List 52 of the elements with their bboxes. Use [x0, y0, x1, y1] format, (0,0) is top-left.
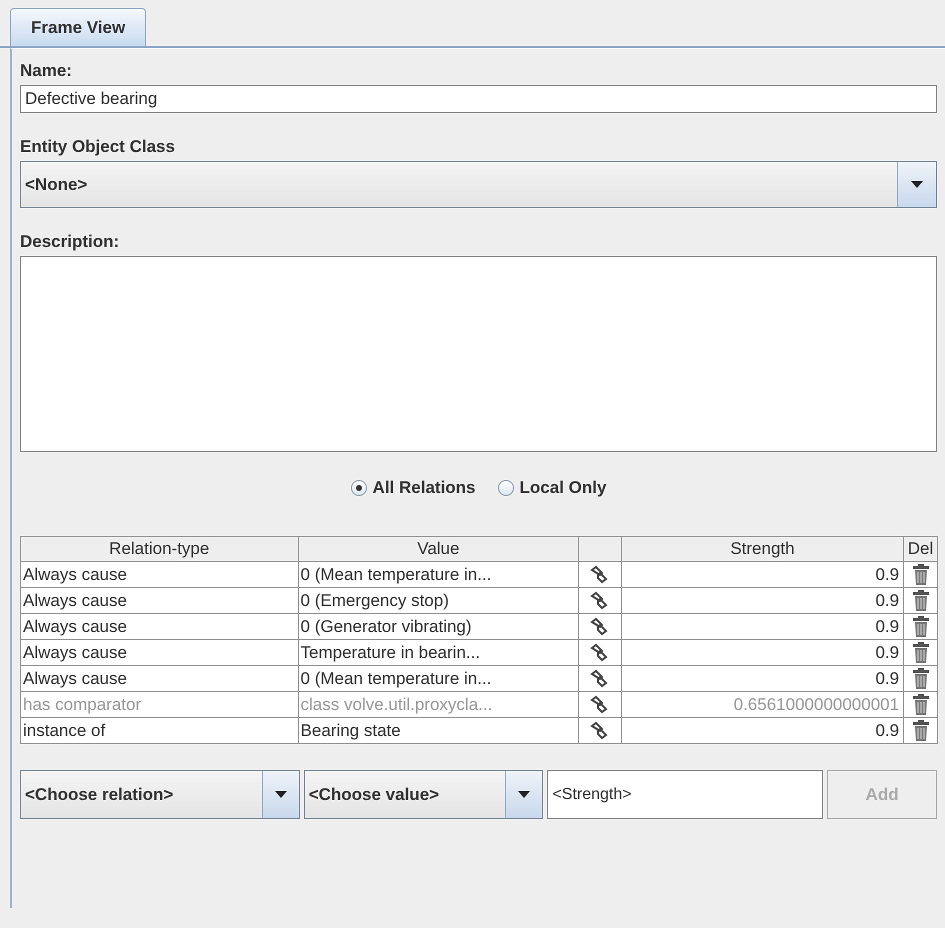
table-cell: class volve.util.proxycla...: [300, 694, 492, 714]
relation-dropdown[interactable]: <Choose relation>: [20, 770, 300, 819]
trash-icon[interactable]: [912, 564, 930, 586]
table-cell: 0.9: [875, 616, 900, 636]
table-cell: Always cause: [23, 590, 127, 610]
column-header: Value: [417, 539, 460, 558]
table-cell: 0.9: [875, 642, 900, 662]
table-cell: 0 (Emergency stop): [300, 590, 449, 610]
table-cell: 0.9: [875, 564, 900, 584]
name-field[interactable]: Defective bearing: [20, 85, 937, 113]
table-cell: Temperature in bearin...: [300, 642, 480, 662]
column-header: Del: [908, 539, 934, 558]
strength-field[interactable]: <Strength>: [547, 770, 824, 819]
table-cell: Always cause: [23, 564, 127, 584]
dropdown-arrow-icon: [274, 791, 287, 798]
dropdown-arrow-icon: [518, 791, 530, 798]
table-cell: 0 (Mean temperature in...: [300, 564, 492, 584]
table-cell: 0.9: [875, 720, 900, 740]
link-icon[interactable]: [590, 590, 610, 611]
trash-icon[interactable]: [912, 616, 930, 638]
link-icon[interactable]: [590, 564, 610, 585]
table-cell: 0.9: [875, 668, 900, 688]
class-dropdown[interactable]: <None>: [20, 161, 937, 208]
table-cell: Bearing state: [300, 720, 401, 740]
table-cell: 0 (Mean temperature in...: [300, 668, 492, 688]
trash-icon[interactable]: [912, 668, 930, 690]
tab[interactable]: Frame View: [10, 8, 146, 46]
table-cell: has comparator: [23, 694, 142, 714]
table-cell: 0.9: [875, 590, 900, 610]
link-icon[interactable]: [590, 616, 610, 637]
link-icon[interactable]: [590, 720, 610, 741]
description-field[interactable]: [20, 256, 937, 452]
table-cell: instance of: [23, 720, 106, 740]
dropdown-arrow-icon: [911, 181, 923, 188]
table-cell: Always cause: [23, 642, 127, 662]
link-icon[interactable]: [590, 668, 610, 689]
field-label: Name:: [20, 61, 73, 81]
radio-option[interactable]: All Relations: [350, 478, 476, 498]
trash-icon[interactable]: [912, 642, 930, 664]
value-dropdown[interactable]: <Choose value>: [304, 770, 544, 819]
field-label: Entity Object Class: [20, 137, 176, 157]
link-icon[interactable]: [590, 642, 610, 663]
column-header: Relation-type: [109, 539, 210, 558]
trash-icon[interactable]: [912, 590, 930, 612]
table-cell: Always cause: [23, 668, 127, 688]
table-cell: 0.6561000000000001: [734, 694, 900, 714]
radio-option[interactable]: Local Only: [498, 478, 606, 498]
trash-icon[interactable]: [912, 720, 930, 742]
field-label: Description:: [20, 232, 120, 252]
column-header: Strength: [730, 539, 795, 558]
table-cell: Always cause: [23, 616, 127, 636]
table-cell: 0 (Generator vibrating): [300, 616, 472, 636]
